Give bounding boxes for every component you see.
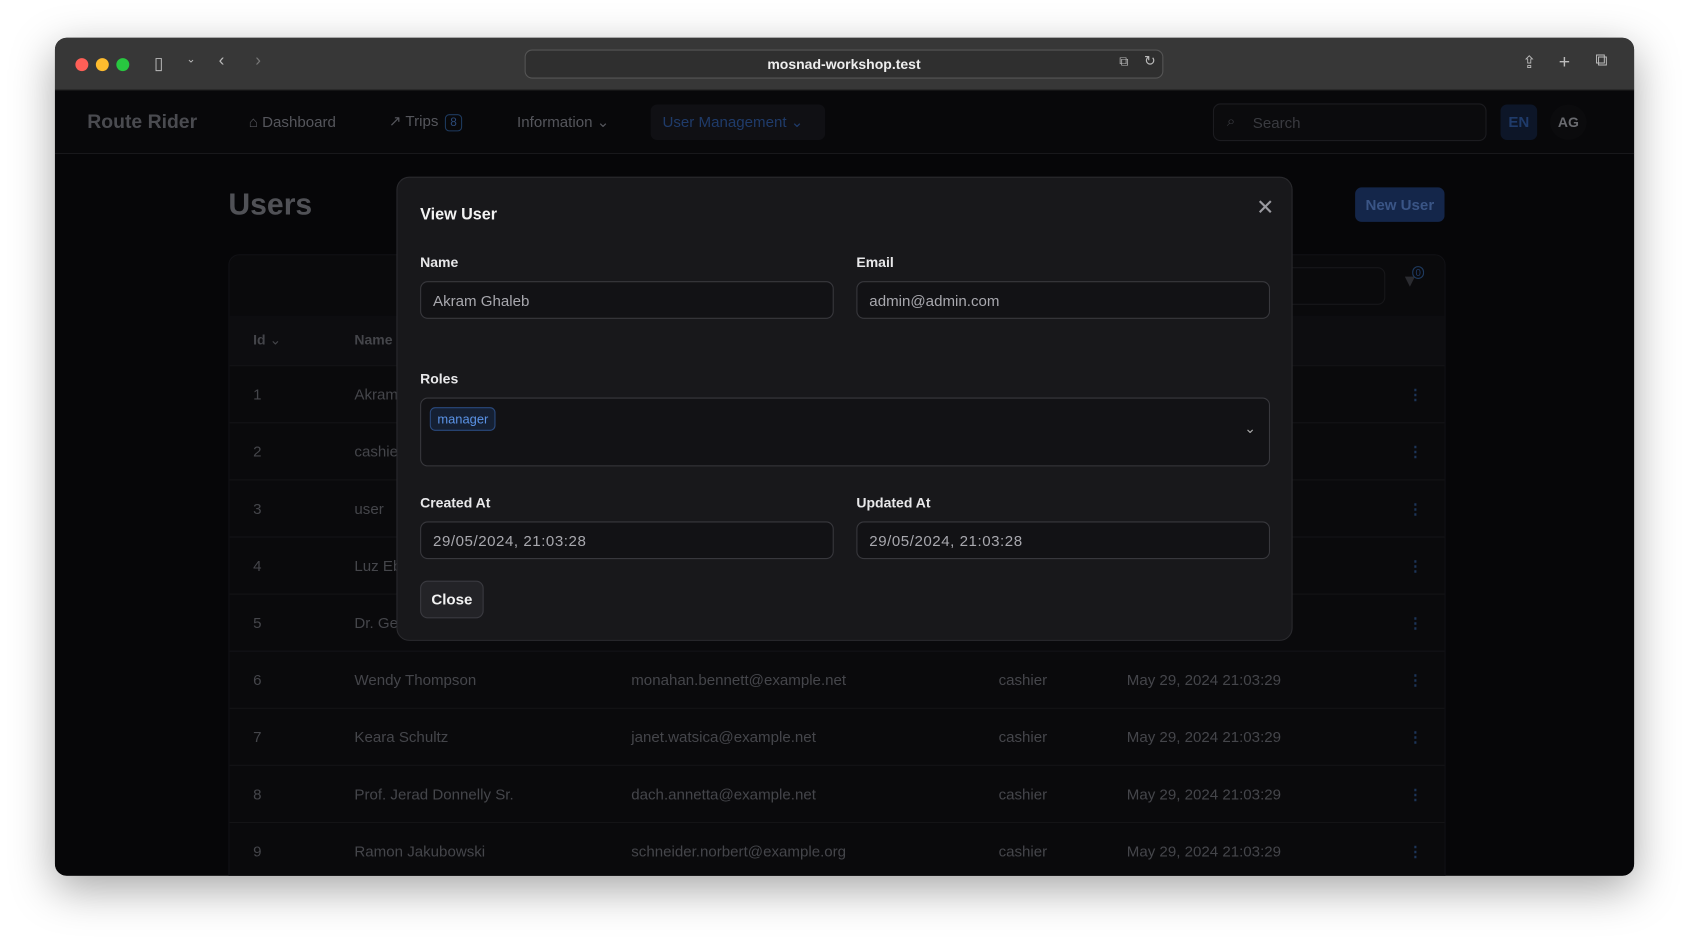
chevron-down-icon: ⌄ [786, 113, 804, 131]
chevron-down-icon[interactable]: ⌄ [186, 54, 195, 66]
browser-window: ▯ ⌄ ‹ › mosnad-workshop.test ⧉ ↻ ⇪ + ⧉ R… [54, 37, 1635, 876]
nav-dashboard-label: Dashboard [262, 113, 336, 131]
tabs-overview-icon[interactable]: ⧉ [1595, 52, 1607, 71]
address-bar[interactable]: mosnad-workshop.test [524, 49, 1164, 79]
maximize-window-button[interactable] [116, 58, 130, 72]
nav-user-management-label: User Management [662, 113, 787, 131]
created-at-label: Created At [420, 494, 491, 511]
trips-count-badge: 8 [444, 114, 463, 132]
search-icon: ⌕ [1226, 112, 1236, 130]
search-input[interactable]: ⌕ Search [1212, 103, 1487, 142]
minimize-window-button[interactable] [95, 58, 109, 72]
main-content: Users New User ▼ 0 Id ⌄ Name 1 Akram ⋮ 2 cash… [54, 154, 1635, 876]
avatar[interactable]: AG [1550, 104, 1587, 141]
browser-titlebar: ▯ ⌄ ‹ › mosnad-workshop.test ⧉ ↻ ⇪ + ⧉ [54, 37, 1635, 91]
view-user-modal: View User ✕ Name Akram Ghaleb Email admi… [396, 176, 1293, 641]
name-field[interactable]: Akram Ghaleb [420, 281, 834, 319]
roles-label: Roles [420, 370, 459, 387]
updated-at-field[interactable]: 29/05/2024, 21:03:28 [856, 521, 1271, 560]
nav-information[interactable]: Information ⌄ [517, 113, 609, 131]
close-button[interactable]: Close [420, 580, 484, 619]
brand-logo[interactable]: Route Rider [87, 111, 197, 134]
close-window-button[interactable] [75, 58, 89, 72]
updated-at-label: Updated At [856, 494, 931, 511]
new-tab-icon[interactable]: + [1559, 51, 1570, 74]
close-icon[interactable]: ✕ [1256, 194, 1274, 221]
nav-information-label: Information [517, 113, 593, 131]
chevron-down-icon[interactable]: ⌄ [1244, 420, 1256, 437]
chevron-down-icon: ⌄ [592, 113, 610, 131]
sidebar-toggle-icon[interactable]: ▯ [154, 53, 163, 75]
nav-trips[interactable]: ↗ Trips 8 [388, 112, 463, 132]
role-tag: manager [429, 407, 496, 431]
back-icon[interactable]: ‹ [219, 52, 225, 71]
trend-icon: ↗ [388, 112, 406, 130]
nav-dashboard[interactable]: ⌂ Dashboard [249, 113, 336, 130]
created-at-field[interactable]: 29/05/2024, 21:03:28 [420, 521, 834, 560]
modal-title: View User [420, 205, 498, 225]
translate-icon[interactable]: ⧉ [1119, 54, 1128, 70]
share-icon[interactable]: ⇪ [1522, 52, 1536, 74]
roles-select[interactable]: manager ⌄ [420, 397, 1271, 467]
top-nav: Route Rider ⌂ Dashboard ↗ Trips 8 Informa… [54, 90, 1635, 155]
forward-icon[interactable]: › [255, 52, 261, 71]
email-field[interactable]: admin@admin.com [856, 281, 1271, 319]
home-icon: ⌂ [248, 113, 263, 131]
name-label: Name [420, 254, 459, 271]
nav-user-management[interactable]: User Management ⌄ [650, 104, 826, 141]
search-placeholder: Search [1252, 114, 1301, 132]
reload-icon[interactable]: ↻ [1144, 53, 1156, 70]
nav-trips-label: Trips [405, 112, 439, 130]
email-label: Email [856, 254, 894, 271]
language-switcher[interactable]: EN [1500, 104, 1538, 141]
